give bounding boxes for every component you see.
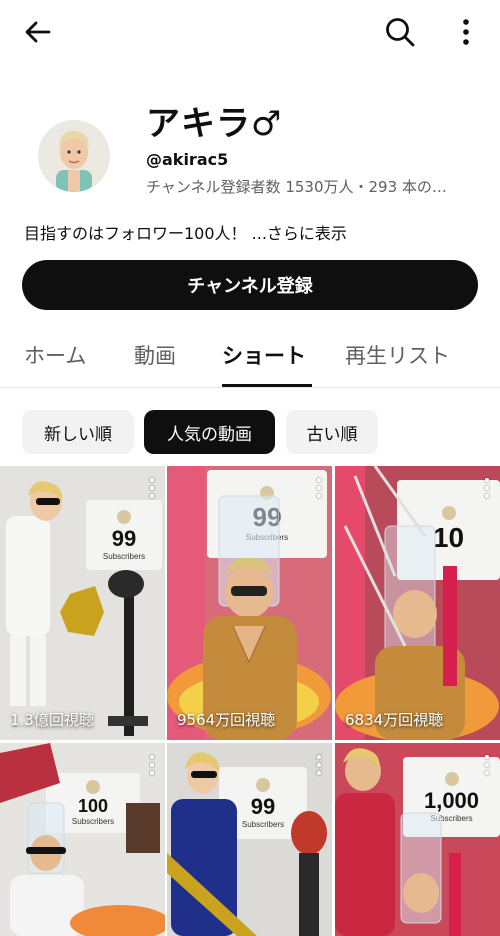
channel-description[interactable]: 目指すのはフォロワー100人！ ...さらに表示 — [24, 220, 347, 244]
view-count: 9564万回視聴 — [177, 711, 276, 729]
short-tile[interactable]: 100 Subscribers — [0, 743, 165, 936]
channel-name: アキラ♂ — [146, 104, 283, 144]
top-app-bar — [0, 0, 500, 64]
avatar-image — [38, 120, 110, 192]
more-vertical-icon — [463, 19, 469, 45]
shorts-grid: 99 Subscribers 1.3億回視聴 99 Subscribers — [0, 466, 500, 936]
more-options-button[interactable] — [444, 10, 488, 54]
chip-popular[interactable]: 人気の動画 — [144, 410, 275, 454]
channel-stats[interactable]: チャンネル登録者数 1530万人・293 本の… — [146, 176, 466, 197]
active-tab-indicator — [222, 384, 312, 387]
view-count: 6834万回視聴 — [345, 711, 444, 729]
subscribe-button[interactable]: チャンネル登録 — [22, 260, 478, 310]
short-tile[interactable]: 99 Subscribers 9564万回視聴 — [167, 466, 332, 740]
back-button[interactable] — [16, 10, 60, 54]
channel-handle: @akirac5 — [146, 150, 229, 169]
tab-shorts[interactable]: ショート — [222, 340, 306, 370]
thumbnail-art — [335, 748, 461, 936]
short-more-button[interactable] — [147, 478, 157, 498]
arrow-left-icon — [25, 21, 51, 43]
channel-tabs: ホーム 動画 ショート 再生リスト — [0, 328, 500, 388]
description-text: 目指すのはフォロワー100人！ — [24, 224, 247, 243]
short-tile[interactable]: 99 Subscribers 1.3億回視聴 — [0, 466, 165, 740]
tab-home[interactable]: ホーム — [24, 340, 86, 370]
chip-newest[interactable]: 新しい順 — [22, 410, 134, 454]
tab-videos[interactable]: 動画 — [134, 340, 176, 370]
short-tile[interactable]: 10 6834万回視聴 — [335, 466, 500, 740]
view-count: 1.3億回視聴 — [10, 711, 94, 729]
tab-playlists[interactable]: 再生リスト — [345, 340, 450, 370]
short-more-button[interactable] — [314, 755, 324, 775]
short-more-button[interactable] — [147, 755, 157, 775]
thumbnail-art — [335, 466, 499, 740]
channel-avatar[interactable] — [38, 120, 110, 192]
short-more-button[interactable] — [482, 478, 492, 498]
short-more-button[interactable] — [314, 478, 324, 498]
search-icon — [386, 18, 415, 47]
short-tile[interactable]: 1,000 Subscribers — [335, 743, 500, 936]
search-button[interactable] — [378, 10, 422, 54]
short-more-button[interactable] — [482, 755, 492, 775]
thumbnail-art — [0, 743, 165, 936]
show-more-link[interactable]: ...さらに表示 — [252, 224, 347, 243]
chip-oldest[interactable]: 古い順 — [286, 410, 378, 454]
thumbnail-art — [167, 752, 327, 936]
short-tile[interactable]: 99 Subscribers — [167, 743, 332, 936]
thumbnail-art — [167, 466, 331, 740]
thumbnail-art — [6, 481, 148, 736]
